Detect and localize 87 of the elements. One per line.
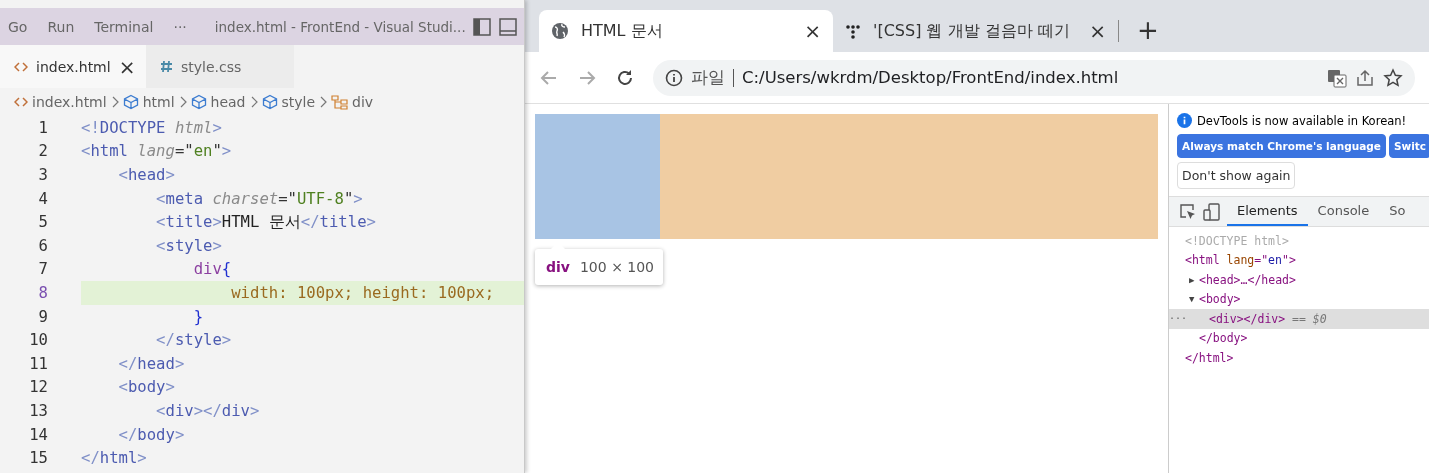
menu-item[interactable]: Terminal — [94, 18, 154, 35]
chevron-icon — [249, 96, 258, 108]
cube-icon — [261, 94, 278, 110]
line-number: 10 — [28, 331, 48, 350]
dom-node[interactable]: <html lang="en"> — [1169, 250, 1429, 270]
breadcrumb-item[interactable]: style — [281, 94, 316, 110]
code-line: <!DOCTYPE html> — [81, 117, 223, 139]
device-icon[interactable] — [1203, 202, 1221, 221]
menu-item[interactable]: Run — [47, 18, 75, 35]
notice-button[interactable]: Always match Chrome's language — [1177, 134, 1386, 158]
code-line: <meta charset="UTF-8"> — [155, 188, 364, 210]
panel-toggle-icon[interactable] — [497, 16, 518, 37]
line-number: 3 — [37, 166, 48, 184]
line-number: 5 — [37, 213, 48, 232]
new-tab-button[interactable]: + — [1137, 10, 1159, 52]
editor-tab[interactable]: index.html × — [0, 45, 146, 88]
code-line: <style> — [155, 235, 223, 257]
address-bar[interactable]: 파일 C:/Users/wkrdm/Desktop/FrontEnd/index.html — [653, 59, 1415, 96]
code-brackets-icon — [14, 96, 28, 108]
dom-node[interactable]: ▼ <body> — [1169, 289, 1429, 309]
code-line: div{ — [192, 259, 233, 281]
line-number: 8 — [37, 283, 48, 302]
dom-node[interactable]: </html> — [1169, 348, 1429, 368]
breadcrumb-item[interactable]: head — [210, 94, 246, 110]
inspect-icon[interactable] — [1179, 202, 1197, 221]
browser-tab[interactable]: HTML 문서 × — [539, 10, 833, 52]
devtools-tab[interactable]: Console — [1307, 197, 1380, 226]
dom-node[interactable]: ▶ <head>…</head> — [1169, 270, 1429, 290]
star-icon[interactable] — [1383, 67, 1403, 88]
line-number: 15 — [28, 449, 48, 468]
info-icon — [665, 68, 683, 87]
sidebar-toggle-icon[interactable] — [471, 16, 492, 37]
dom-node[interactable]: ··· <div></div> == $0 — [1169, 309, 1429, 329]
cube-icon — [190, 94, 207, 110]
dom-node[interactable]: </body> — [1169, 328, 1429, 348]
breadcrumb-item[interactable]: index.html — [32, 94, 107, 110]
line-number: 6 — [37, 236, 48, 255]
globe-icon — [551, 22, 569, 40]
info-icon — [1177, 113, 1192, 128]
menu-item[interactable]: Go — [8, 18, 28, 35]
translate-icon[interactable] — [1327, 67, 1347, 88]
line-number: 7 — [37, 260, 48, 279]
notice-button[interactable]: Switc — [1388, 134, 1429, 158]
line-number: 2 — [37, 142, 48, 161]
tag-name: div — [546, 259, 570, 275]
line-number: 12 — [28, 378, 48, 397]
code-line: <html lang="en"> — [81, 141, 233, 163]
share-icon[interactable] — [1355, 67, 1375, 88]
line-number: 14 — [28, 425, 48, 444]
code-brackets-icon — [14, 60, 28, 73]
line-number: 1 — [37, 118, 48, 137]
url-text: C:/Users/wkrdm/Desktop/FrontEnd/index.html — [742, 68, 1119, 87]
close-icon[interactable]: × — [118, 54, 136, 79]
breadcrumb-item[interactable]: div — [352, 94, 374, 110]
line-number: 4 — [37, 189, 48, 208]
scheme-label: 파일 — [691, 66, 725, 89]
code-line: <body> — [117, 377, 176, 399]
cube-icon — [122, 94, 139, 110]
code-line: </head> — [117, 353, 186, 375]
devtools-tab[interactable]: So — [1379, 197, 1416, 226]
dismiss-button[interactable]: Don't show again — [1177, 162, 1296, 189]
menu-item[interactable]: ··· — [173, 18, 187, 35]
close-icon[interactable]: × — [1089, 19, 1106, 43]
chevron-icon — [110, 96, 119, 108]
code-line: <title>HTML 문서</title> — [155, 211, 377, 234]
hierarchy-icon — [331, 94, 349, 110]
window-title: index.html - FrontEnd - Visual Studi... — [214, 18, 466, 35]
element-size: 100 × 100 — [579, 259, 655, 275]
chevron-icon — [319, 96, 328, 108]
code-line: </body> — [117, 424, 186, 446]
chevron-icon — [178, 96, 187, 108]
line-number: 11 — [28, 354, 48, 373]
devtools-tab[interactable]: Elements — [1227, 197, 1308, 226]
code-line: } — [192, 306, 205, 328]
dots-icon — [845, 23, 861, 39]
notice-text: DevTools is now available in Korean! — [1197, 113, 1407, 128]
code-line: </style> — [155, 330, 233, 352]
hash-icon — [160, 60, 173, 73]
code-line: </html> — [81, 448, 148, 470]
code-line: <div></div> — [155, 400, 261, 422]
breadcrumb-item[interactable]: html — [142, 94, 175, 110]
browser-tab[interactable]: '[CSS] 웹 개발 걸음마 떼기 × — [833, 10, 1118, 52]
line-number: 9 — [37, 307, 48, 326]
editor-tab[interactable]: style.css — [146, 45, 294, 88]
close-icon[interactable]: × — [804, 19, 821, 43]
code-line: <head> — [117, 165, 176, 186]
line-number: 13 — [28, 401, 48, 420]
